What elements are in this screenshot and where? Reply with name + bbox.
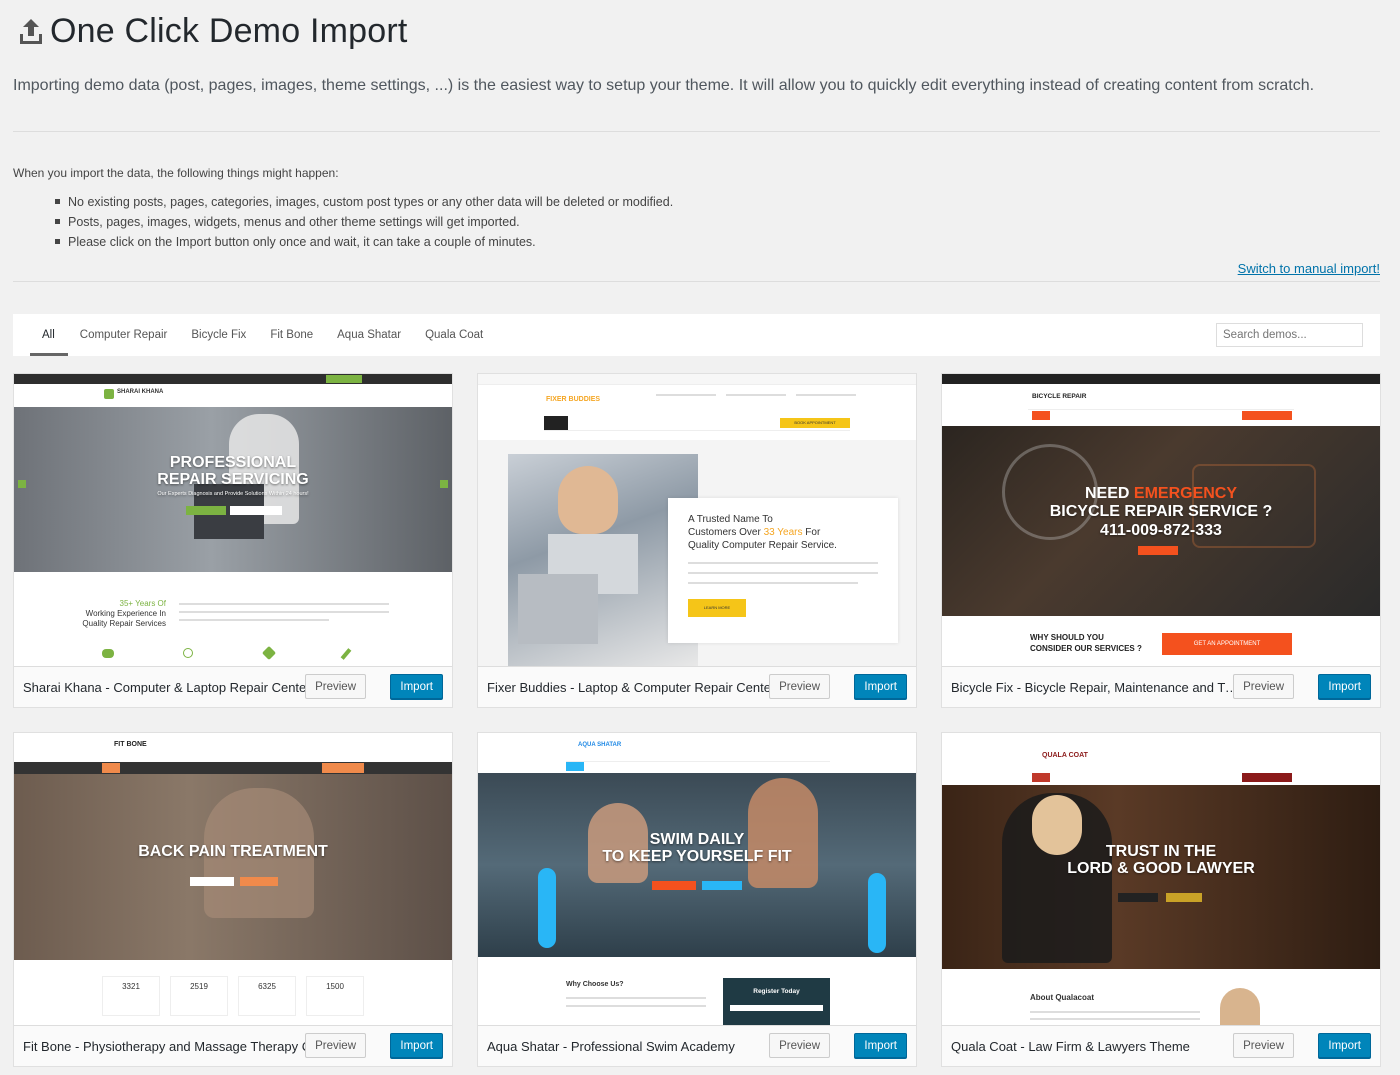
- import-button[interactable]: Import: [854, 1033, 907, 1058]
- demo-name: Aqua Shatar - Professional Swim Academy: [487, 1039, 735, 1054]
- demo-card: SHARAI KHANA PROFESSIONAL REPAIR SERVICI…: [14, 374, 452, 707]
- preview-button[interactable]: Preview: [305, 674, 366, 699]
- thumb-brand: FIT BONE: [114, 741, 147, 748]
- list-item: No existing posts, pages, categories, im…: [55, 194, 673, 214]
- tab-all[interactable]: All: [30, 314, 68, 356]
- demo-card: FIXER BUDDIES BOOK APPOINTMENT A Trusted…: [478, 374, 916, 707]
- thumb-stat: 6325: [238, 976, 296, 1016]
- demo-card: AQUA SHATAR SWIM DAILY TO KEEP YOURSELF …: [478, 733, 916, 1066]
- thumb-why2: CONSIDER OUR SERVICES ?: [1030, 644, 1142, 653]
- thumb-brand: SHARAI KHANA: [117, 389, 164, 395]
- thumb-cta: BOOK APPOINTMENT: [780, 418, 850, 428]
- thumb-l3: 411-009-872-333: [1100, 522, 1222, 539]
- notice-list: No existing posts, pages, categories, im…: [55, 194, 673, 254]
- thumb-btn: LEARN MORE: [688, 599, 746, 617]
- search-demos-input[interactable]: [1216, 323, 1363, 347]
- thumb-why1: WHY SHOULD YOU: [1030, 633, 1104, 642]
- thumb-stat: 3321: [102, 976, 160, 1016]
- thumb-hero-line2: REPAIR SERVICING: [157, 471, 309, 488]
- thumb-l1: TRUST IN THE: [1105, 843, 1217, 860]
- thumb-cta: GET AN APPOINTMENT: [1162, 633, 1292, 655]
- demo-card: BICYCLE REPAIR NEED EMERGENCY BICYCLE RE…: [942, 374, 1380, 707]
- intro-text: Importing demo data (post, pages, images…: [13, 77, 1315, 94]
- thumb-brand: BICYCLE REPAIR: [1032, 393, 1087, 400]
- demo-card-footer: Sharai Khana - Computer & Laptop Repair …: [14, 666, 452, 707]
- thumb-brand: QUALA COAT: [1042, 752, 1088, 759]
- list-item: Please click on the Import button only o…: [55, 234, 673, 254]
- preview-button[interactable]: Preview: [769, 674, 830, 699]
- preview-button[interactable]: Preview: [305, 1033, 366, 1058]
- demo-card-footer: Fixer Buddies - Laptop & Computer Repair…: [478, 666, 916, 707]
- demo-preview-image[interactable]: SHARAI KHANA PROFESSIONAL REPAIR SERVICI…: [14, 374, 452, 666]
- preview-button[interactable]: Preview: [769, 1033, 830, 1058]
- filter-tabs: All Computer Repair Bicycle Fix Fit Bone…: [30, 314, 495, 356]
- tab-fit-bone[interactable]: Fit Bone: [258, 314, 325, 356]
- preview-button[interactable]: Preview: [1233, 674, 1294, 699]
- demo-preview-image[interactable]: FIXER BUDDIES BOOK APPOINTMENT A Trusted…: [478, 374, 916, 666]
- tab-aqua-shatar[interactable]: Aqua Shatar: [325, 314, 413, 356]
- thumb-stat2: Working Experience In: [85, 609, 166, 618]
- thumb-brand: AQUA SHATAR: [578, 742, 622, 748]
- thumb-stat: 1500: [306, 976, 364, 1016]
- demo-name: Fit Bone - Physiotherapy and Massage The…: [23, 1039, 333, 1054]
- thumb-hero-sub: Our Experts Diagnosis and Provide Soluti…: [157, 491, 309, 497]
- thumb-l2: TO KEEP YOURSELF FIT: [602, 848, 792, 865]
- demo-name: Quala Coat - Law Firm & Lawyers Theme: [951, 1039, 1190, 1054]
- list-item: Posts, pages, images, widgets, menus and…: [55, 214, 673, 234]
- thumb-why: Why Choose Us?: [566, 981, 624, 988]
- demo-card: QUALA COAT TRUST IN THE LORD & GOOD LAWY…: [942, 733, 1380, 1066]
- demo-card-footer: Quala Coat - Law Firm & Lawyers Theme Pr…: [942, 1025, 1380, 1066]
- import-button[interactable]: Import: [1318, 1033, 1371, 1058]
- demo-preview-image[interactable]: AQUA SHATAR SWIM DAILY TO KEEP YOURSELF …: [478, 733, 916, 1025]
- thumb-stat: 2519: [170, 976, 228, 1016]
- thumb-l2: BICYCLE REPAIR SERVICE ?: [1049, 503, 1273, 520]
- import-button[interactable]: Import: [390, 674, 443, 699]
- demo-name: Bicycle Fix - Bicycle Repair, Maintenanc…: [951, 680, 1241, 695]
- import-button[interactable]: Import: [854, 674, 907, 699]
- page-header: One Click Demo Import: [18, 12, 408, 51]
- demo-card-footer: Bicycle Fix - Bicycle Repair, Maintenanc…: [942, 666, 1380, 707]
- demo-card: FIT BONE BACK PAIN TREATMENT 3321 2519 6…: [14, 733, 452, 1066]
- thumb-stat: 35+ Years Of: [119, 599, 166, 608]
- notice-lead: When you import the data, the following …: [13, 166, 339, 180]
- divider: [13, 281, 1380, 282]
- thumb-stat3: Quality Repair Services: [82, 619, 166, 628]
- thumb-hero: BACK PAIN TREATMENT: [138, 843, 328, 860]
- tab-bicycle-fix[interactable]: Bicycle Fix: [179, 314, 258, 356]
- demo-preview-image[interactable]: QUALA COAT TRUST IN THE LORD & GOOD LAWY…: [942, 733, 1380, 1025]
- divider: [13, 131, 1380, 132]
- thumb-h1: A Trusted Name To: [688, 514, 773, 525]
- demo-name: Fixer Buddies - Laptop & Computer Repair…: [487, 680, 776, 695]
- preview-button[interactable]: Preview: [1233, 1033, 1294, 1058]
- import-button[interactable]: Import: [390, 1033, 443, 1058]
- thumb-l1: NEED EMERGENCY: [1084, 485, 1238, 502]
- thumb-h2: Customers Over 33 Years For: [688, 527, 821, 538]
- thumb-h3: Quality Computer Repair Service.: [688, 540, 837, 551]
- manual-import-link[interactable]: Switch to manual import!: [1238, 261, 1380, 276]
- tab-quala-coat[interactable]: Quala Coat: [413, 314, 495, 356]
- thumb-l2: LORD & GOOD LAWYER: [1067, 860, 1255, 877]
- demo-preview-image[interactable]: FIT BONE BACK PAIN TREATMENT 3321 2519 6…: [14, 733, 452, 1025]
- tab-computer-repair[interactable]: Computer Repair: [68, 314, 180, 356]
- demo-card-footer: Fit Bone - Physiotherapy and Massage The…: [14, 1025, 452, 1066]
- demo-preview-image[interactable]: BICYCLE REPAIR NEED EMERGENCY BICYCLE RE…: [942, 374, 1380, 666]
- demo-name: Sharai Khana - Computer & Laptop Repair …: [23, 680, 311, 695]
- demo-card-footer: Aqua Shatar - Professional Swim Academy …: [478, 1025, 916, 1066]
- thumb-reg: Register Today: [753, 988, 800, 995]
- thumb-brand: FIXER BUDDIES: [546, 396, 601, 403]
- demo-filter-bar: All Computer Repair Bicycle Fix Fit Bone…: [13, 314, 1380, 356]
- upload-icon: [20, 18, 42, 44]
- thumb-hero-line1: PROFESSIONAL: [169, 454, 297, 471]
- import-button[interactable]: Import: [1318, 674, 1371, 699]
- thumb-l1: SWIM DAILY: [649, 831, 745, 848]
- thumb-about: About Qualacoat: [1030, 993, 1095, 1002]
- page-title: One Click Demo Import: [50, 12, 408, 50]
